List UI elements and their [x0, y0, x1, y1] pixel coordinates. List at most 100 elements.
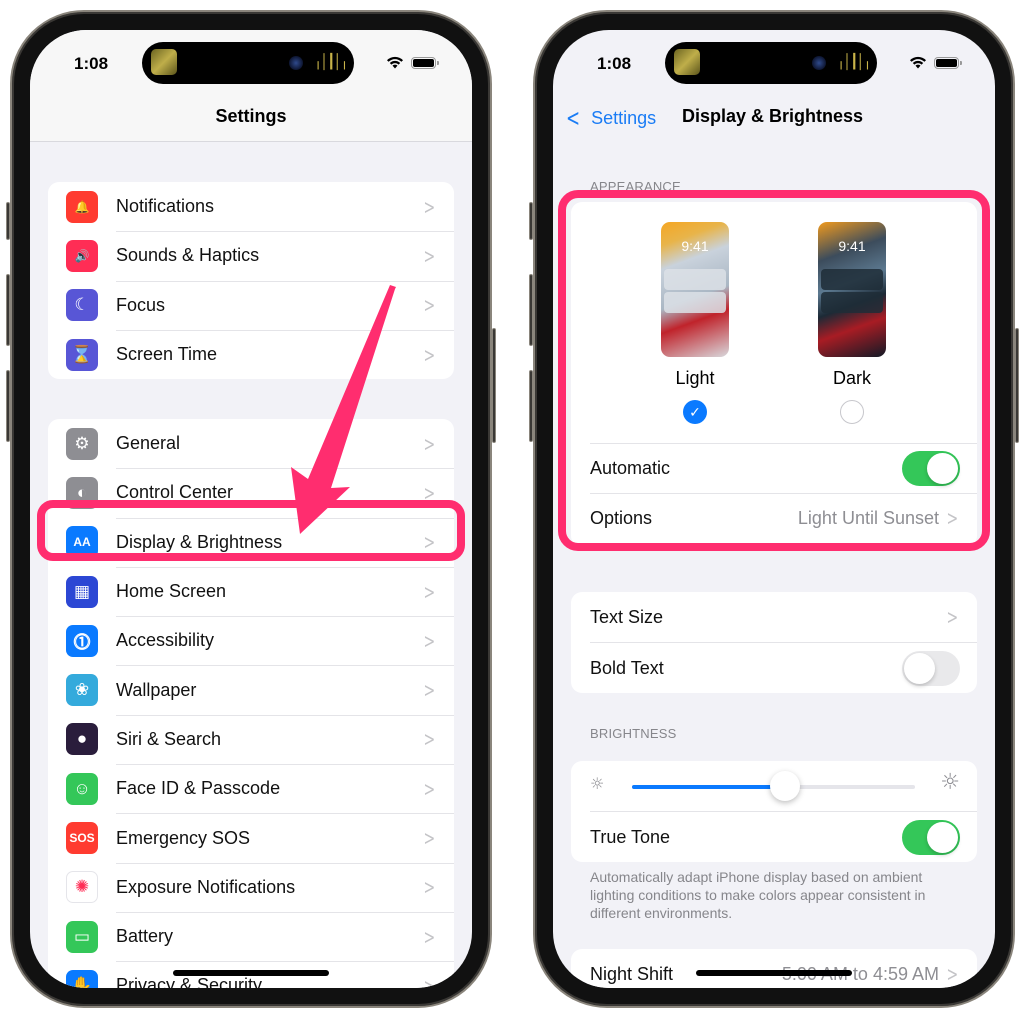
side-button: [492, 328, 496, 443]
sun-large-icon: ☼: [940, 770, 960, 795]
chevron-right-icon: >: [423, 431, 436, 456]
bold-text-toggle[interactable]: [902, 650, 960, 686]
settings-item-general[interactable]: ⚙ General >: [48, 419, 454, 468]
settings-item-face-id-and-passcode[interactable]: ☺ Face ID & Passcode >: [48, 764, 454, 813]
battery-icon: ▭: [66, 920, 98, 953]
dark-mode-radio[interactable]: [840, 400, 864, 424]
wifi-icon: [387, 56, 403, 69]
settings-item-emergency-sos[interactable]: SOS Emergency SOS >: [48, 813, 454, 862]
appearance-header: APPEARANCE: [590, 179, 681, 194]
dynamic-island[interactable]: ╷│┃│╷: [142, 42, 354, 84]
night-shift-row[interactable]: Night Shift 5:00 AM to 4:59 AM >: [571, 949, 977, 988]
chevron-right-icon: >: [946, 962, 959, 986]
toggle-knob: [904, 652, 935, 684]
settings-item-label: Focus: [116, 294, 166, 315]
settings-item-battery[interactable]: ▭ Battery >: [48, 911, 454, 961]
preview-time: 9:41: [838, 238, 866, 254]
settings-item-siri-and-search[interactable]: ● Siri & Search >: [48, 714, 454, 764]
light-mode-radio[interactable]: ✓: [683, 400, 707, 424]
right-screen: 1:08 ╷│┃│╷ < Settings Display & Brightne…: [553, 30, 995, 988]
front-camera: [812, 56, 826, 70]
settings-item-home-screen[interactable]: ▦ Home Screen >: [48, 566, 454, 616]
chevron-right-icon: >: [423, 628, 436, 653]
back-button[interactable]: < Settings: [563, 104, 656, 132]
light-mode-label: Light: [675, 368, 715, 388]
settings-item-label: Notifications: [116, 196, 215, 217]
settings-item-notifications[interactable]: 🔔 Notifications >: [48, 182, 454, 231]
battery-status-icon: [411, 56, 439, 69]
true-tone-label: True Tone: [590, 826, 671, 847]
accessibility-icon: ⓵: [66, 624, 98, 657]
settings-item-exposure-notifications[interactable]: ✺ Exposure Notifications >: [48, 862, 454, 912]
audio-waveform-icon: ╷│┃│╷: [314, 53, 349, 69]
face-id-icon: ☺: [66, 772, 98, 805]
front-camera: [289, 56, 303, 70]
night-shift-label: Night Shift: [590, 963, 674, 984]
status-time: 1:08: [597, 54, 632, 73]
text-size-icon: AA: [66, 526, 98, 559]
settings-item-label: Home Screen: [116, 581, 227, 602]
settings-item-label: Display & Brightness: [116, 531, 283, 552]
hourglass-icon: ⌛: [66, 338, 98, 371]
chevron-right-icon: >: [946, 605, 959, 629]
battery-status-icon: [934, 56, 962, 69]
notifications-icon: 🔔: [66, 190, 98, 223]
chevron-right-icon: >: [423, 776, 436, 801]
preview-time: 9:41: [681, 238, 709, 254]
settings-item-focus[interactable]: ☾ Focus >: [48, 280, 454, 330]
automatic-toggle[interactable]: [902, 450, 960, 486]
volume-up-button: [529, 274, 533, 346]
chevron-right-icon: >: [423, 243, 436, 268]
options-row[interactable]: Options Light Until Sunset >: [571, 493, 977, 543]
brightness-slider[interactable]: [632, 771, 915, 801]
settings-item-label: Battery: [116, 926, 174, 947]
text-size-row[interactable]: Text Size >: [571, 592, 977, 642]
settings-item-label: Emergency SOS: [116, 827, 251, 848]
dark-mode-preview[interactable]: 9:41: [818, 222, 886, 357]
now-playing-artwork: [151, 49, 177, 75]
brightness-slider-thumb[interactable]: [769, 771, 800, 801]
appearance-group: 9:41 9:41 Light Dark ✓ Automatic Options…: [571, 202, 977, 547]
side-button: [1015, 328, 1019, 443]
true-tone-toggle[interactable]: [902, 819, 960, 855]
exposure-icon: ✺: [66, 871, 98, 904]
settings-item-label: Face ID & Passcode: [116, 778, 281, 799]
dark-mode-label: Dark: [832, 368, 871, 388]
chevron-right-icon: >: [423, 875, 436, 900]
settings-item-label: Privacy & Security: [116, 975, 263, 988]
status-time: 1:08: [74, 54, 109, 73]
chevron-right-icon: >: [423, 480, 436, 505]
action-button: [529, 202, 533, 240]
true-tone-row: True Tone: [571, 812, 977, 862]
settings-item-control-center[interactable]: ◐ Control Center >: [48, 468, 454, 517]
options-label: Options: [590, 507, 653, 528]
left-screen: Settings 1:08 ╷│┃│╷ 🔔 Notifications > 🔊 Soun…: [30, 30, 472, 988]
settings-item-screen-time[interactable]: ⌛ Screen Time >: [48, 329, 454, 379]
settings-item-sounds-and-haptics[interactable]: 🔊 Sounds & Haptics >: [48, 231, 454, 280]
action-button: [6, 202, 10, 240]
chevron-right-icon: >: [423, 342, 436, 367]
dynamic-island[interactable]: ╷│┃│╷: [665, 42, 877, 84]
flower-icon: ❀: [66, 674, 98, 707]
preview-notification: [821, 292, 883, 313]
app-grid-icon: ▦: [66, 575, 98, 608]
settings-item-wallpaper[interactable]: ❀ Wallpaper >: [48, 665, 454, 714]
home-indicator[interactable]: [696, 970, 852, 976]
page-title: Display & Brightness: [682, 106, 864, 126]
settings-item-label: General: [116, 433, 181, 454]
bold-text-row: Bold Text: [571, 643, 977, 693]
settings-item-display-and-brightness[interactable]: AA Display & Brightness >: [48, 517, 454, 567]
home-indicator[interactable]: [173, 970, 329, 976]
settings-item-accessibility[interactable]: ⓵ Accessibility >: [48, 616, 454, 665]
status-icons: [909, 56, 962, 69]
chevron-right-icon: >: [423, 530, 436, 555]
toggle-knob: [927, 452, 958, 484]
brightness-group: ☼ ☼ True Tone: [571, 761, 977, 862]
light-mode-preview[interactable]: 9:41: [661, 222, 729, 357]
automatic-label: Automatic: [590, 457, 671, 478]
back-label: Settings: [591, 107, 657, 128]
volume-down-button: [6, 370, 10, 442]
settings-group-2: ⚙ General > ◐ Control Center > AA Display & Bri…: [48, 419, 454, 988]
chevron-right-icon: >: [423, 826, 436, 851]
toggle-knob: [927, 821, 958, 853]
